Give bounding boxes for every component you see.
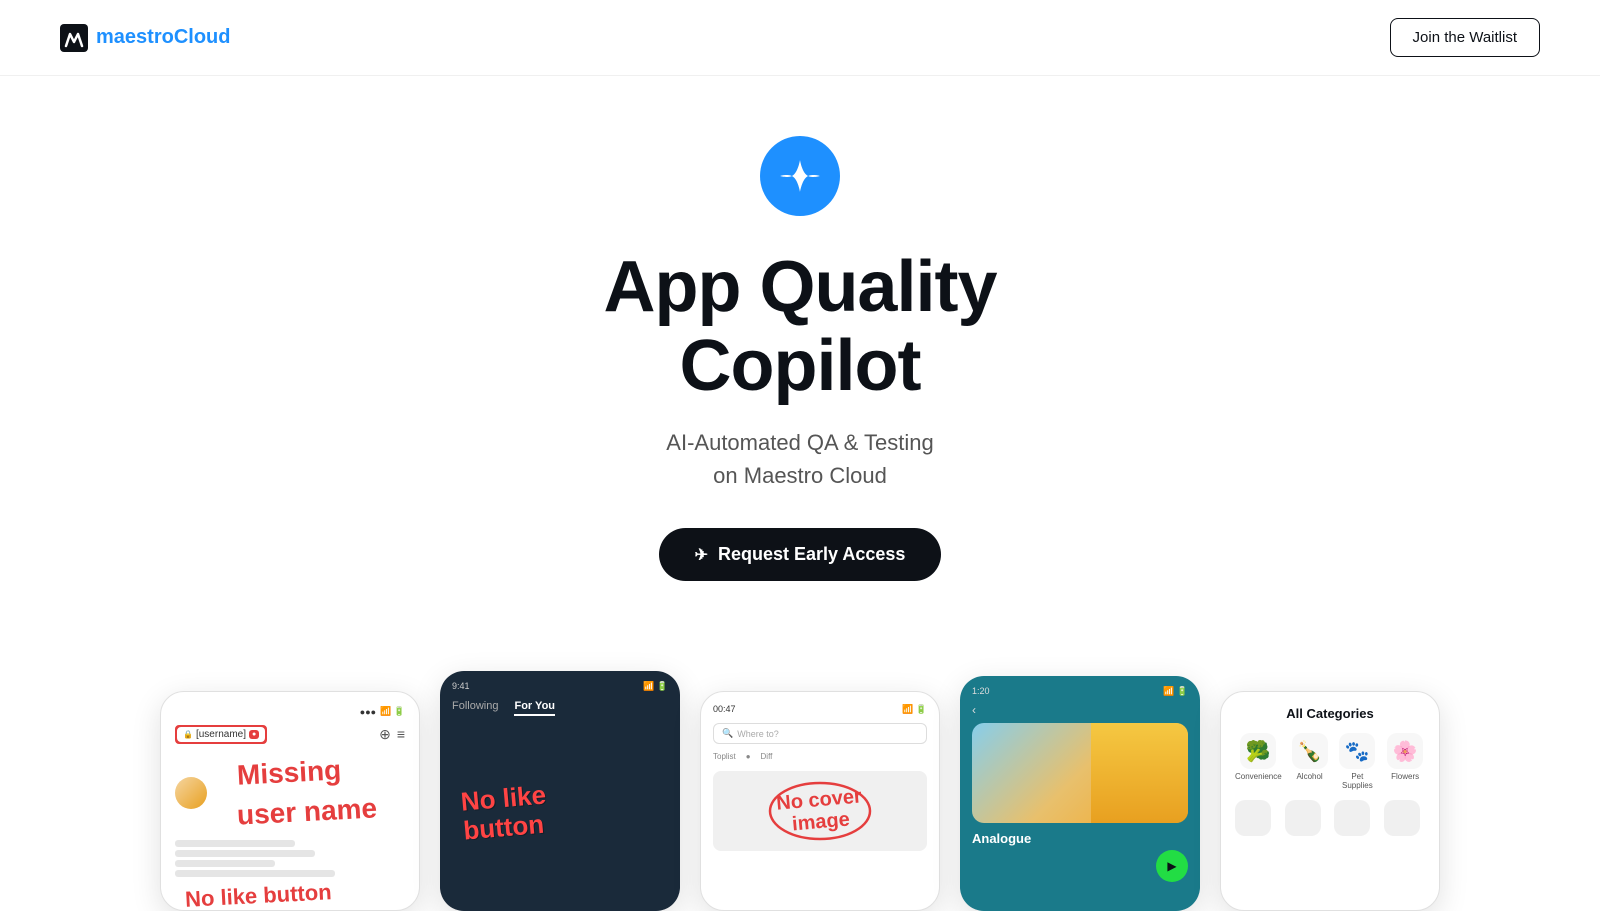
alcohol-label: Alcohol [1296,772,1322,781]
profile-info-lines [175,840,405,877]
logo: maestroCloud [60,24,230,52]
hero-subtitle: AI-Automated QA & Testing on Maestro Clo… [666,426,933,492]
feed-tabs: Following For You [452,700,668,716]
no-like-annotation: No like button [184,879,332,911]
search-bar: 🔍 Where to? [713,723,927,744]
missing-text-line1: Missing [236,756,342,792]
pet-supplies-label: Pet Supplies [1337,772,1377,790]
more-categories [1235,800,1425,836]
add-icon: ⊕ [379,726,391,743]
hero-title-line2: Copilot [680,326,921,406]
nav-item-3: Diff [761,752,773,761]
convenience-label: Convenience [1235,772,1282,781]
circle-annotation [765,776,875,846]
pet-supplies-icon: 🐾 [1339,733,1375,769]
playback-controls: ▶ [960,850,1200,892]
screenshot-media-app: 00:47 📶 🔋 🔍 Where to? Toplist ● Diff No … [700,691,940,911]
categories-grid: 🥦 Convenience 🍾 Alcohol 🐾 Pet Supplies 🌸… [1235,733,1425,790]
hero-title: App Quality Copilot [603,248,996,406]
nav-item-2: ● [746,752,751,761]
category-placeholder-1 [1235,800,1271,836]
hero-icon-circle [760,136,840,216]
lock-badge: ● [249,730,259,739]
dark-status-bar: 9:41 📶 🔋 [452,681,668,692]
logo-text-regular: maestro [96,26,174,48]
play-button[interactable]: ▶ [1156,850,1188,882]
search-icon: 🔍 [722,728,733,739]
profile-line-2 [175,850,315,857]
nav-item-1: Toplist [713,752,736,761]
cover-image-area: No coverimage [713,771,927,851]
category-alcohol: 🍾 Alcohol [1290,733,1330,790]
join-waitlist-button[interactable]: Join the Waitlist [1390,18,1540,57]
no-like-button-annotation: No likebutton [460,781,550,845]
star-icon [780,156,820,196]
hero-section: App Quality Copilot AI-Automated QA & Te… [0,76,1600,631]
media-status-bar: 00:47 📶 🔋 [713,704,927,715]
media-nav: Toplist ● Diff [713,752,927,761]
logo-icon [60,24,88,52]
screenshot-music-player: 1:20 📶 🔋 ‹ Analogue ▶ [960,676,1200,911]
category-placeholder-4 [1384,800,1420,836]
search-placeholder: Where to? [737,729,779,739]
screenshots-section: ●●● 📶 🔋 🔒 [username] ● ⊕ ≡ Missing us [0,631,1600,911]
music-status-bar: 1:20 📶 🔋 [960,676,1200,703]
hero-subtitle-line2: on Maestro Cloud [713,463,887,488]
profile-actions: ⊕ ≡ [379,726,405,743]
for-you-tab: For You [514,700,555,716]
screenshot-feed-dark: 9:41 📶 🔋 Following For You No likebutton [440,671,680,911]
screenshot-categories: All Categories 🥦 Convenience 🍾 Alcohol 🐾… [1220,691,1440,911]
menu-icon: ≡ [397,726,405,743]
alcohol-icon: 🍾 [1292,733,1328,769]
screenshot-social-profile: ●●● 📶 🔋 🔒 [username] ● ⊕ ≡ Missing us [160,691,420,911]
flowers-label: Flowers [1391,772,1419,781]
convenience-icon: 🥦 [1240,733,1276,769]
categories-title: All Categories [1235,706,1425,721]
hero-title-line1: App Quality [603,247,996,327]
send-icon: ✈ [695,545,708,565]
request-early-access-button[interactable]: ✈ Request Early Access [659,528,942,581]
status-bar: ●●● 📶 🔋 [175,706,405,717]
back-button: ‹ [960,703,1200,723]
album-art [972,723,1188,823]
category-convenience: 🥦 Convenience [1235,733,1282,790]
media-time: 00:47 [713,704,736,715]
profile-line-3 [175,860,275,867]
missing-text-line2: user name [236,794,377,832]
category-pet-supplies: 🐾 Pet Supplies [1337,733,1377,790]
logo-text-colored: Cloud [174,26,231,48]
flowers-icon: 🌸 [1387,733,1423,769]
username-label: [username] [196,729,246,740]
album-art-stripe [1091,723,1188,823]
avatar [175,777,207,809]
music-time: 1:20 [972,686,990,697]
missing-username-annotation: Missing user name [217,754,405,832]
category-placeholder-2 [1285,800,1321,836]
username-field: 🔒 [username] ● [175,725,267,744]
logo-text: maestroCloud [96,26,230,49]
hero-subtitle-line1: AI-Automated QA & Testing [666,430,933,455]
header: maestroCloud Join the Waitlist [0,0,1600,76]
category-flowers: 🌸 Flowers [1385,733,1425,790]
profile-line-1 [175,840,295,847]
cta-label: Request Early Access [718,544,905,565]
song-info: Analogue [960,823,1200,850]
profile-line-4 [175,870,335,877]
category-placeholder-3 [1334,800,1370,836]
profile-header: 🔒 [username] ● ⊕ ≡ [175,725,405,744]
following-tab: Following [452,700,498,716]
